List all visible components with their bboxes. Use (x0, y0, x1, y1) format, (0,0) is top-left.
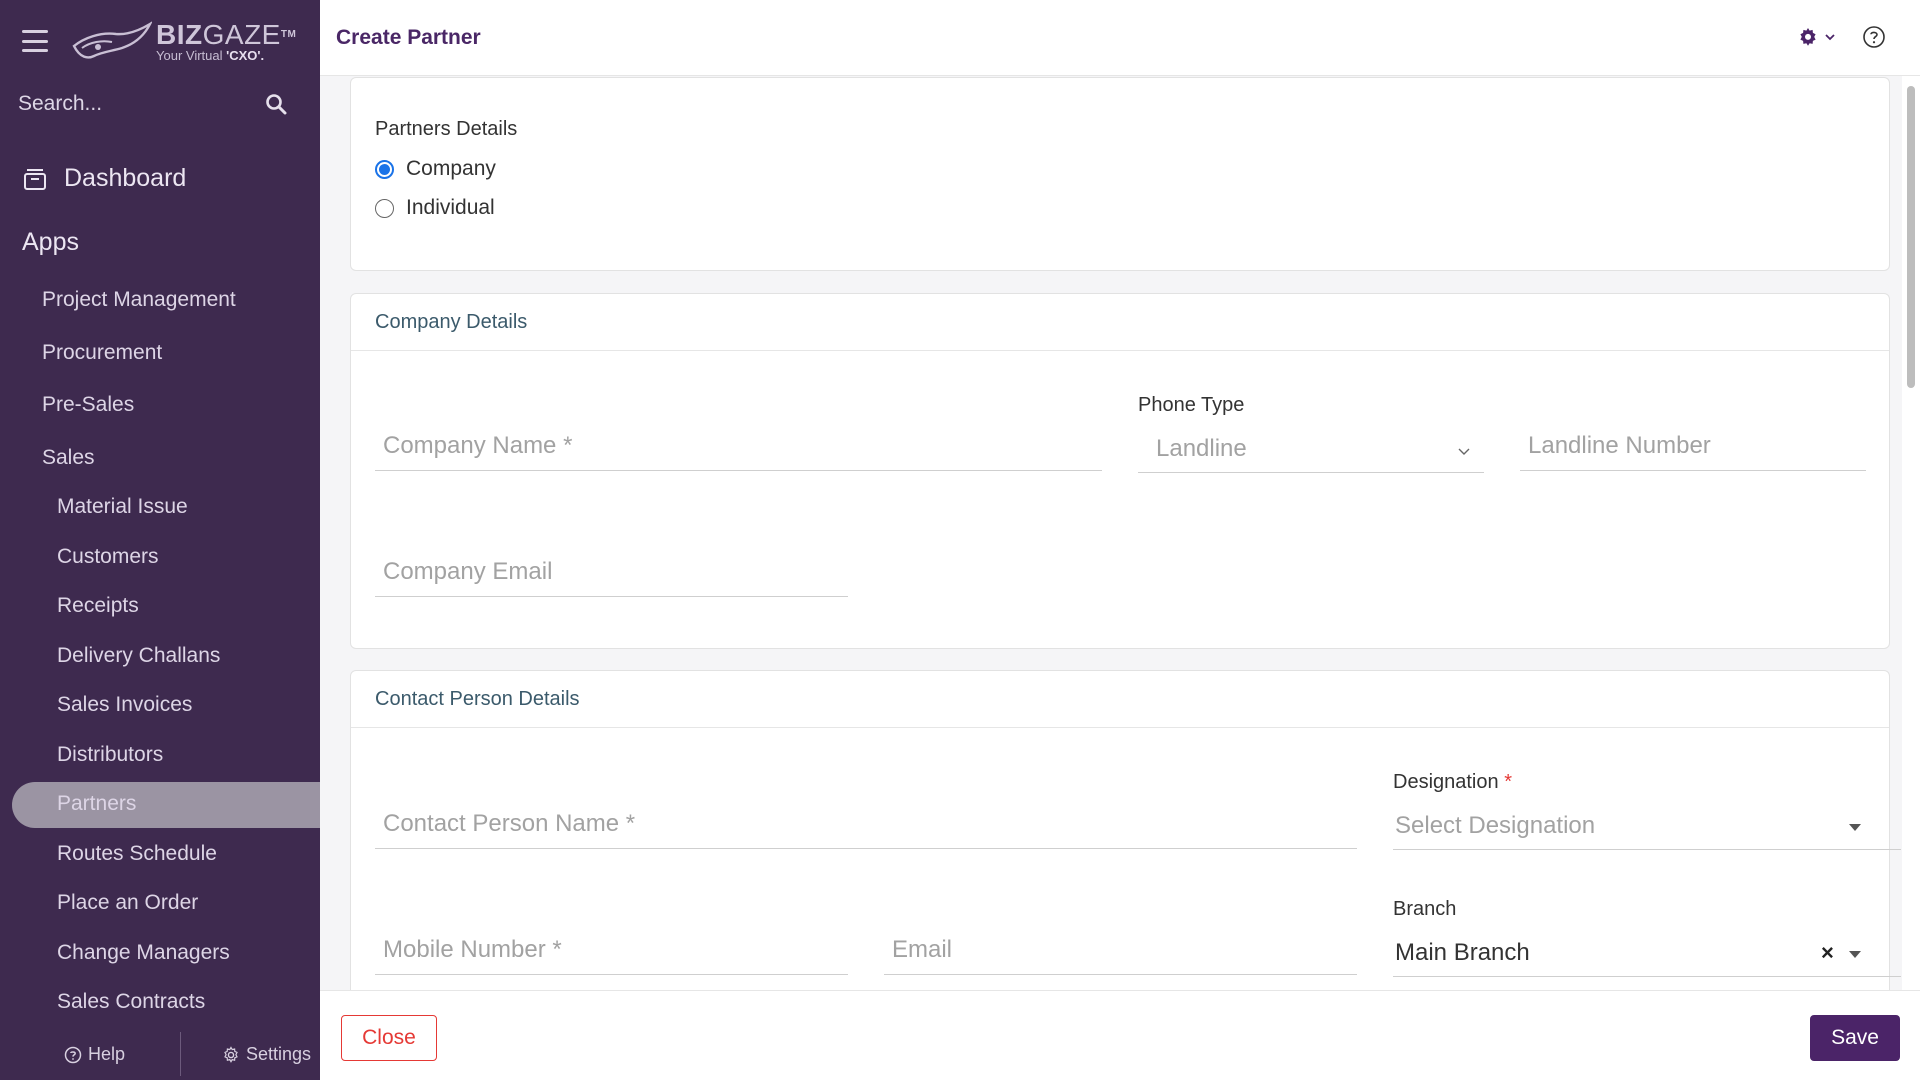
logo-brand-bold: BIZ (156, 19, 203, 50)
help-icon[interactable] (1862, 25, 1886, 49)
company-email-input[interactable] (375, 549, 848, 595)
sidebar-item-dashboard[interactable]: Dashboard (22, 164, 186, 193)
sidebar-item-distributors[interactable]: Distributors (57, 743, 163, 767)
branch-label: Branch (1393, 898, 1457, 920)
save-button[interactable]: Save (1810, 1015, 1900, 1061)
sidebar-item-receipts[interactable]: Receipts (57, 594, 139, 618)
designation-select[interactable]: Select Designation (1393, 802, 1901, 850)
hamburger-menu-icon[interactable] (22, 30, 48, 52)
content-scrollbar[interactable] (1902, 76, 1920, 990)
email-input[interactable] (884, 927, 1357, 973)
designation-label: Designation * (1393, 771, 1512, 794)
radio-company-label: Company (406, 157, 496, 180)
sidebar-footer: Help Settings (0, 1030, 320, 1080)
sidebar-help-label: Help (88, 1044, 126, 1064)
designation-label-text: Designation (1393, 771, 1499, 793)
sidebar-section-apps: Apps (22, 228, 79, 256)
radio-individual-label: Individual (406, 196, 495, 219)
logo-trademark: TM (280, 29, 297, 40)
sidebar-item-procurement[interactable]: Procurement (42, 341, 162, 365)
partners-details-card: Partners Details Company Individual (350, 77, 1890, 271)
settings-gear-icon (224, 1045, 238, 1063)
radio-button-unchecked[interactable] (375, 198, 394, 218)
sidebar-item-sales[interactable]: Sales (42, 446, 95, 470)
page-title: Create Partner (336, 26, 481, 49)
designation-placeholder: Select Designation (1395, 812, 1596, 839)
email-field (884, 927, 1357, 975)
app-logo[interactable]: BIZGAZETM Your Virtual 'CXO'. (72, 18, 296, 66)
logo-tagline-bold: 'CXO'. (226, 48, 265, 63)
mobile-number-input[interactable] (375, 927, 848, 973)
radio-company[interactable]: Company (375, 157, 496, 181)
caret-down-icon (1849, 824, 1861, 831)
search-icon[interactable] (264, 92, 288, 116)
sidebar-item-project-management[interactable]: Project Management (42, 288, 236, 312)
contact-person-details-title: Contact Person Details (351, 671, 1889, 728)
mobile-number-field (375, 927, 848, 975)
company-details-card: Company Details Phone Type Landline (350, 293, 1890, 649)
phone-type-label: Phone Type (1138, 394, 1245, 416)
sidebar-help-link[interactable]: Help (64, 1044, 125, 1065)
sidebar-item-routes-schedule[interactable]: Routes Schedule (57, 842, 217, 866)
landline-number-field (1520, 423, 1866, 471)
sidebar-search (18, 86, 288, 122)
sidebar-item-sales-invoices[interactable]: Sales Invoices (57, 693, 192, 717)
company-name-input[interactable] (375, 423, 1102, 469)
contact-person-name-input[interactable] (375, 801, 1357, 847)
chevron-down-icon (1825, 34, 1835, 41)
form-content: Partners Details Company Individual Comp… (320, 76, 1902, 990)
phone-type-value: Landline (1156, 435, 1247, 462)
header-settings-dropdown[interactable] (1797, 26, 1837, 48)
phone-type-select[interactable]: Landline (1138, 425, 1484, 473)
contact-person-name-field (375, 801, 1357, 849)
gear-icon (1800, 28, 1816, 46)
form-footer: Close Save (320, 990, 1920, 1080)
sidebar-item-label: Dashboard (64, 164, 187, 192)
radio-button-checked[interactable] (375, 159, 394, 179)
logo-eagle-icon (72, 21, 152, 59)
sidebar-item-place-an-order[interactable]: Place an Order (57, 891, 198, 915)
company-email-field (375, 549, 848, 597)
sidebar-settings-link[interactable]: Settings (222, 1044, 311, 1065)
required-asterisk: * (1504, 771, 1512, 793)
branch-select[interactable]: Main Branch × (1393, 929, 1901, 977)
contact-person-details-card: Contact Person Details Designation * Sel… (350, 670, 1901, 990)
sidebar-item-partners[interactable]: Partners (57, 792, 136, 816)
sidebar: BIZGAZETM Your Virtual 'CXO'. Dashboard … (0, 0, 320, 1080)
chevron-down-icon (1458, 448, 1470, 455)
logo-brand-light: GAZE (202, 19, 281, 50)
clear-selection-icon[interactable]: × (1821, 940, 1834, 966)
branch-value: Main Branch (1395, 939, 1530, 966)
sidebar-search-input[interactable] (18, 92, 248, 116)
scrollbar-thumb[interactable] (1907, 86, 1915, 388)
sidebar-settings-label: Settings (246, 1044, 312, 1064)
sidebar-item-material-issue[interactable]: Material Issue (57, 495, 188, 519)
close-button[interactable]: Close (341, 1015, 437, 1061)
dashboard-icon (24, 168, 46, 190)
company-name-field (375, 423, 1102, 471)
partners-details-title: Partners Details (375, 118, 518, 140)
sidebar-item-sales-contracts[interactable]: Sales Contracts (57, 990, 205, 1014)
caret-down-icon (1849, 951, 1861, 958)
sidebar-item-delivery-challans[interactable]: Delivery Challans (57, 644, 220, 668)
sidebar-item-customers[interactable]: Customers (57, 545, 159, 569)
help-circle-icon (64, 1046, 82, 1063)
radio-individual[interactable]: Individual (375, 196, 495, 220)
sidebar-item-pre-sales[interactable]: Pre-Sales (42, 393, 134, 417)
sidebar-header: BIZGAZETM Your Virtual 'CXO'. (0, 0, 320, 80)
sidebar-item-change-managers[interactable]: Change Managers (57, 941, 230, 965)
sidebar-footer-divider (180, 1032, 181, 1076)
logo-tagline: Your Virtual (156, 48, 227, 63)
company-details-title: Company Details (351, 294, 1889, 351)
landline-number-input[interactable] (1520, 423, 1866, 469)
page-header: Create Partner (320, 0, 1920, 76)
